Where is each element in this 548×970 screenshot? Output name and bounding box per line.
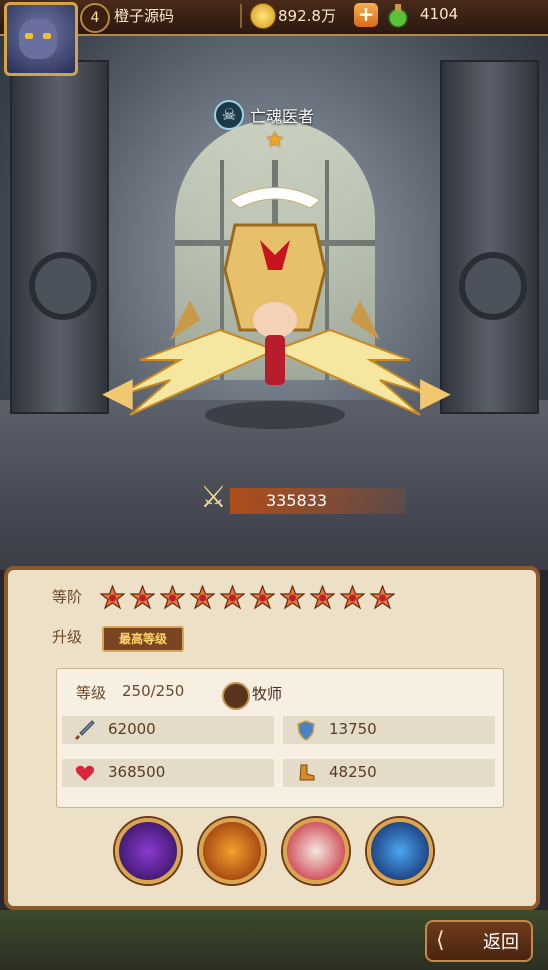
hero-scene: ◀ ▶ ☠ 亡魂医者 ★ 335833 ⚔ [0,0,548,570]
player-name: 橙子源码 [114,7,175,25]
rank-star-icon [280,585,305,610]
rank-star-icon [220,585,245,610]
right-pillar [440,60,539,414]
class-name: 牧师 [252,685,283,703]
rank-star-icon [310,585,335,610]
rank-star-icon [160,585,185,610]
boot-icon [299,764,315,781]
potion-icon [388,4,408,28]
rank-star-icon [370,585,395,610]
upgrade-label: 升级 [52,628,83,646]
next-hero-arrow[interactable]: ▶ [420,372,451,412]
rank-star-icon [100,585,125,610]
combat-power: 335833 [230,488,406,514]
skill-shadow-icon[interactable] [115,818,181,884]
add-gold-button[interactable]: + [354,3,378,27]
rank-stars [100,585,400,614]
rank-label: 等阶 [52,588,83,606]
crossed-swords-icon: ⚔ [200,480,227,515]
shield-icon [297,720,315,741]
stat-defense: 13750 [283,716,495,744]
hero-name: 亡魂医者 [250,107,315,126]
defense-value: 13750 [329,720,377,738]
stat-hp: 368500 [62,759,274,787]
rank-star-icon [340,585,365,610]
gold-amount: 892.8万 [278,7,336,25]
skill-spear-icon[interactable] [283,818,349,884]
left-pillar [10,60,109,414]
max-level-badge: 最高等级 [102,626,184,652]
attack-value: 62000 [108,720,156,738]
hero-sprite[interactable] [110,180,440,430]
skill-dagger-icon[interactable] [199,818,265,884]
sword-icon [75,720,95,740]
rank-star-icon [130,585,155,610]
skill-spirit-icon[interactable] [367,818,433,884]
speed-value: 48250 [329,763,377,781]
faction-skull-icon: ☠ [214,100,244,130]
hero-star-icon: ★ [265,128,285,153]
stat-speed: 48250 [283,759,495,787]
gem-amount: 4104 [420,5,459,23]
level-value: 250/250 [122,682,185,700]
hp-value: 368500 [108,763,166,781]
heart-icon [75,765,95,781]
back-arrow-icon: ⟨ [436,928,445,953]
gold-coin-icon [250,3,276,29]
level-label: 等级 [76,684,107,702]
player-level-badge: 4 [80,3,110,33]
prev-hero-arrow[interactable]: ◀ [102,372,133,412]
rank-star-icon [250,585,275,610]
player-avatar[interactable] [4,2,78,76]
rank-star-icon [190,585,215,610]
priest-class-icon [222,682,250,710]
stat-attack: 62000 [62,716,274,744]
